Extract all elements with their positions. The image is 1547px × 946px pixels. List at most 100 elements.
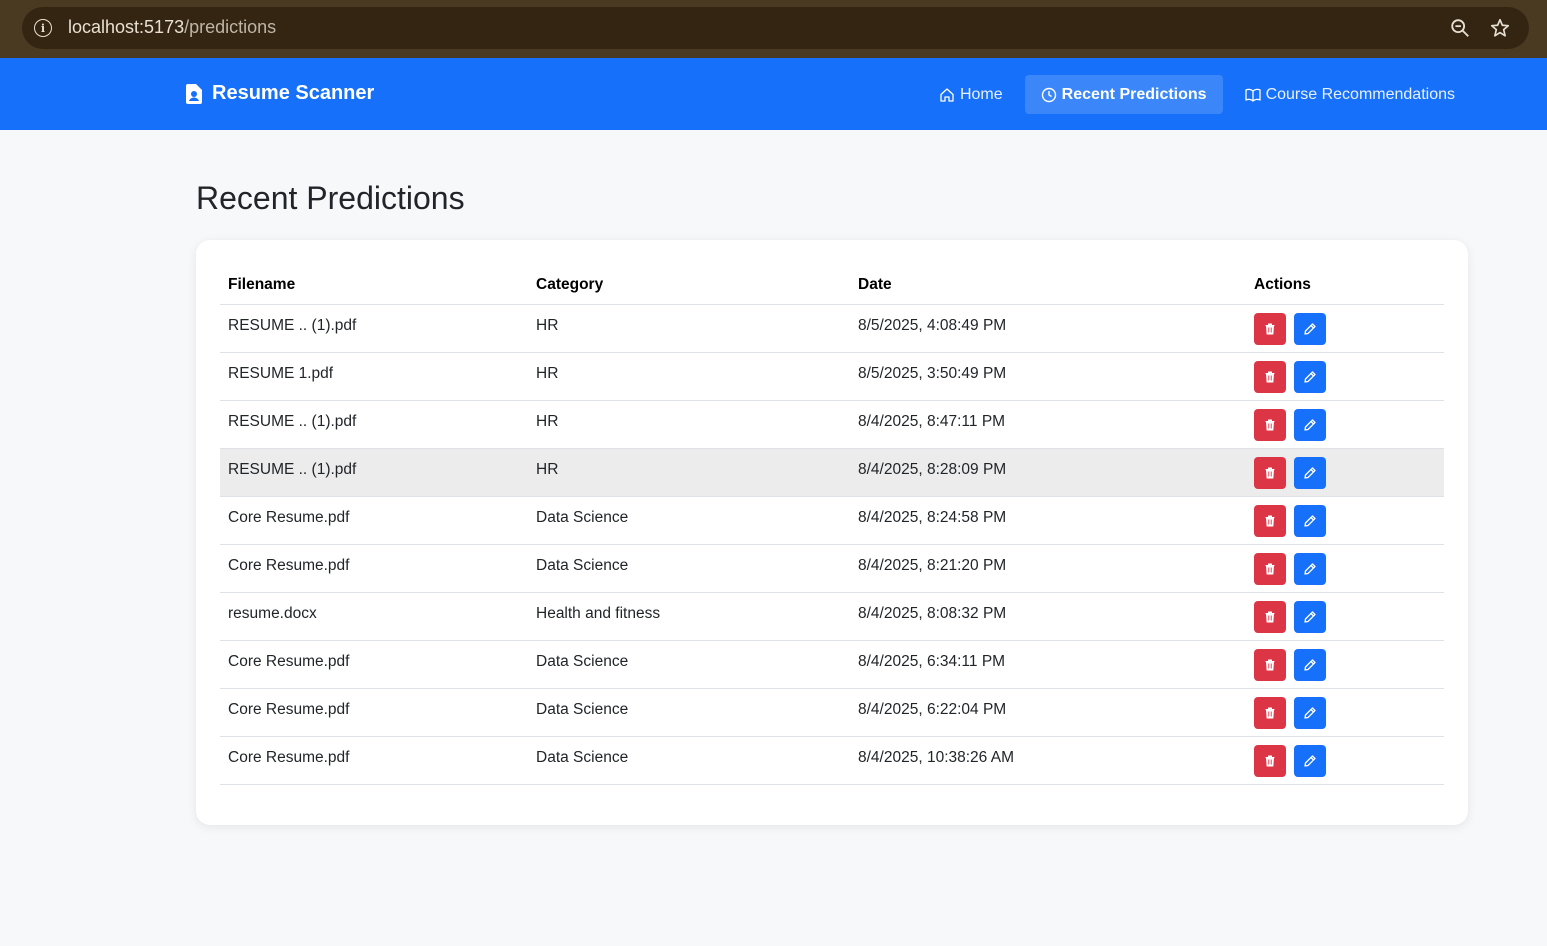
- trash-icon: [1265, 371, 1275, 383]
- browser-toolbar: i localhost:5173/predictions: [0, 0, 1547, 58]
- nav-recent-predictions[interactable]: Recent Predictions: [1024, 75, 1223, 114]
- delete-button[interactable]: [1254, 745, 1286, 777]
- cell-filename: RESUME .. (1).pdf: [220, 400, 528, 449]
- nav-home-label: Home: [959, 85, 1003, 103]
- edit-button[interactable]: [1294, 601, 1326, 633]
- clock-icon: [1041, 87, 1056, 102]
- cell-category: Data Science: [528, 688, 850, 737]
- predictions-table: Filename Category Date Actions RESUME ..…: [220, 264, 1444, 785]
- app-navbar: Resume Scanner Home Recent Predictions C…: [0, 58, 1547, 130]
- delete-button[interactable]: [1254, 457, 1286, 489]
- cell-category: Data Science: [528, 544, 850, 593]
- table-row: Core Resume.pdf Data Science 8/4/2025, 8:2…: [220, 496, 1444, 545]
- header-category: Category: [528, 264, 850, 305]
- table-row: resume.docx Health and fitness 8/4/2025, 8…: [220, 592, 1444, 641]
- trash-icon: [1265, 323, 1275, 335]
- cell-category: Data Science: [528, 736, 850, 785]
- nav-course-recommendations[interactable]: Course Recommendations: [1229, 75, 1471, 114]
- url-path: /predictions: [184, 17, 277, 37]
- cell-date: 8/4/2025, 8:47:11 PM: [850, 400, 1246, 449]
- cell-date: 8/5/2025, 4:08:49 PM: [850, 304, 1246, 353]
- row-actions: [1254, 601, 1436, 633]
- url-host: localhost:5173: [68, 17, 185, 37]
- edit-button[interactable]: [1294, 409, 1326, 441]
- table-header-row: Filename Category Date Actions: [220, 264, 1444, 305]
- resume-file-icon: [186, 83, 202, 104]
- brand-name: Resume Scanner: [212, 82, 375, 104]
- zoom-icon[interactable]: [1449, 17, 1471, 39]
- cell-category: HR: [528, 448, 850, 497]
- pencil-icon: [1304, 323, 1316, 335]
- nav-home[interactable]: Home: [923, 75, 1019, 114]
- cell-filename: RESUME 1.pdf: [220, 352, 528, 401]
- table-row: Core Resume.pdf Data Science 8/4/2025, 10:…: [220, 736, 1444, 785]
- table-row: RESUME .. (1).pdf HR 8/4/2025, 8:47:11 PM: [220, 400, 1444, 449]
- header-actions: Actions: [1246, 264, 1444, 305]
- bookmark-star-icon[interactable]: [1489, 17, 1511, 39]
- row-actions: [1254, 361, 1436, 393]
- table-row: RESUME .. (1).pdf HR 8/4/2025, 8:28:09 PM: [220, 448, 1444, 497]
- trash-icon: [1265, 563, 1275, 575]
- edit-button[interactable]: [1294, 745, 1326, 777]
- cell-actions: [1246, 640, 1444, 689]
- cell-actions: [1246, 736, 1444, 785]
- trash-icon: [1265, 515, 1275, 527]
- delete-button[interactable]: [1254, 553, 1286, 585]
- cell-date: 8/4/2025, 8:24:58 PM: [850, 496, 1246, 545]
- cell-filename: Core Resume.pdf: [220, 736, 528, 785]
- delete-button[interactable]: [1254, 505, 1286, 537]
- book-icon: [1244, 88, 1261, 102]
- edit-button[interactable]: [1294, 505, 1326, 537]
- edit-button[interactable]: [1294, 361, 1326, 393]
- cell-filename: Core Resume.pdf: [220, 544, 528, 593]
- cell-date: 8/5/2025, 3:50:49 PM: [850, 352, 1246, 401]
- cell-actions: [1246, 352, 1444, 401]
- cell-actions: [1246, 496, 1444, 545]
- page-title: Recent Predictions: [196, 180, 465, 216]
- row-actions: [1254, 745, 1436, 777]
- edit-button[interactable]: [1294, 553, 1326, 585]
- nav-course-recommendations-label: Course Recommendations: [1265, 85, 1455, 103]
- delete-button[interactable]: [1254, 361, 1286, 393]
- cell-category: HR: [528, 304, 850, 353]
- cell-actions: [1246, 688, 1444, 737]
- edit-button[interactable]: [1294, 457, 1326, 489]
- delete-button[interactable]: [1254, 649, 1286, 681]
- info-icon[interactable]: i: [34, 19, 52, 37]
- trash-icon: [1265, 611, 1275, 623]
- cell-filename: Core Resume.pdf: [220, 496, 528, 545]
- cell-date: 8/4/2025, 8:21:20 PM: [850, 544, 1246, 593]
- delete-button[interactable]: [1254, 697, 1286, 729]
- pencil-icon: [1304, 611, 1316, 623]
- pencil-icon: [1304, 419, 1316, 431]
- nav-links: Home Recent Predictions Course Recommend…: [917, 75, 1471, 114]
- cell-filename: Core Resume.pdf: [220, 688, 528, 737]
- brand-link[interactable]: Resume Scanner: [186, 82, 374, 105]
- predictions-card: Filename Category Date Actions RESUME ..…: [196, 240, 1468, 825]
- pencil-icon: [1304, 563, 1316, 575]
- edit-button[interactable]: [1294, 697, 1326, 729]
- edit-button[interactable]: [1294, 313, 1326, 345]
- pencil-icon: [1304, 755, 1316, 767]
- cell-date: 8/4/2025, 8:08:32 PM: [850, 592, 1246, 641]
- cell-filename: resume.docx: [220, 592, 528, 641]
- delete-button[interactable]: [1254, 313, 1286, 345]
- delete-button[interactable]: [1254, 601, 1286, 633]
- trash-icon: [1265, 707, 1275, 719]
- cell-date: 8/4/2025, 6:34:11 PM: [850, 640, 1246, 689]
- home-icon: [940, 87, 954, 102]
- table-row: RESUME 1.pdf HR 8/5/2025, 3:50:49 PM: [220, 352, 1444, 401]
- pencil-icon: [1304, 659, 1316, 671]
- table-row: Core Resume.pdf Data Science 8/4/2025, 6:2…: [220, 688, 1444, 737]
- table-row: Core Resume.pdf Data Science 8/4/2025, 6:3…: [220, 640, 1444, 689]
- url-text[interactable]: localhost:5173/predictions: [68, 17, 276, 38]
- delete-button[interactable]: [1254, 409, 1286, 441]
- table-row: RESUME .. (1).pdf HR 8/5/2025, 4:08:49 PM: [220, 304, 1444, 353]
- edit-button[interactable]: [1294, 649, 1326, 681]
- cell-filename: Core Resume.pdf: [220, 640, 528, 689]
- header-filename: Filename: [220, 264, 528, 305]
- row-actions: [1254, 553, 1436, 585]
- pencil-icon: [1304, 707, 1316, 719]
- address-bar[interactable]: i localhost:5173/predictions: [22, 7, 1529, 49]
- trash-icon: [1265, 467, 1275, 479]
